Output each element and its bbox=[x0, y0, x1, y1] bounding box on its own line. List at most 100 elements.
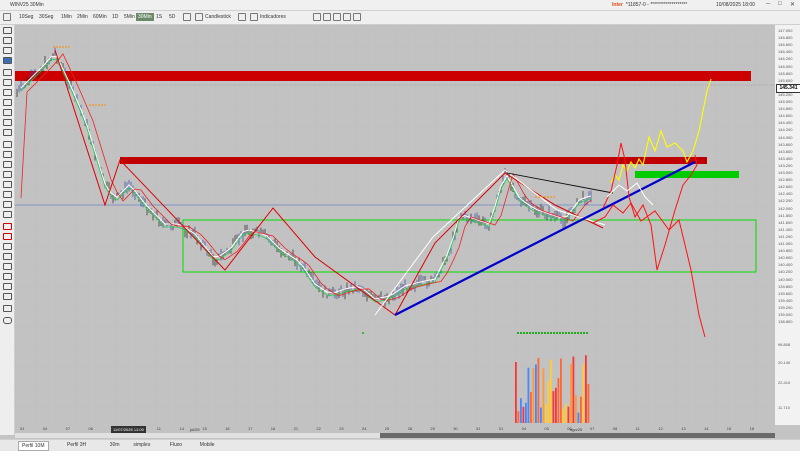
trendline-tool-icon[interactable] bbox=[3, 99, 12, 106]
broker-name: Inter bbox=[612, 2, 623, 8]
price-tick-label: 146.000 bbox=[778, 63, 793, 69]
tool-icon-5[interactable] bbox=[353, 13, 361, 21]
vline-tool-icon[interactable] bbox=[3, 129, 12, 136]
line-tool-icon[interactable] bbox=[3, 89, 12, 96]
pencil-tool-icon[interactable] bbox=[3, 191, 12, 198]
symbol-icon[interactable] bbox=[3, 13, 11, 21]
time-tick-label: 08 bbox=[612, 426, 618, 431]
time-tick-label: 08 bbox=[88, 426, 93, 431]
draw-icon[interactable] bbox=[238, 13, 246, 21]
target-zone-green[interactable] bbox=[635, 171, 739, 178]
scrollbar-thumb[interactable] bbox=[380, 433, 775, 438]
hline-tool-icon[interactable] bbox=[3, 119, 12, 126]
price-tick-label: 140.400 bbox=[778, 262, 793, 268]
tf-5d[interactable]: 5D bbox=[167, 13, 177, 21]
tf-settings-icon[interactable] bbox=[183, 13, 191, 21]
volume-bar bbox=[565, 403, 567, 423]
chart-canvas[interactable] bbox=[15, 25, 775, 425]
lock-tool-icon[interactable] bbox=[3, 263, 12, 270]
time-tick-label: 13 bbox=[681, 426, 686, 431]
resistance-zone-mid[interactable] bbox=[120, 157, 707, 164]
rect-tool-icon[interactable] bbox=[3, 161, 12, 168]
magnet-tool-icon[interactable] bbox=[3, 57, 12, 64]
current-price-tag: 145.341 bbox=[776, 84, 800, 93]
price-tick-label: 139.600 bbox=[778, 290, 793, 296]
crosshair-tool-icon[interactable] bbox=[3, 37, 12, 44]
month-label-jul: jul/25 bbox=[190, 427, 200, 432]
measure-tool-icon[interactable] bbox=[3, 243, 12, 250]
flag-tool-icon[interactable] bbox=[3, 233, 12, 240]
bottom-tab-2[interactable]: 30m bbox=[107, 441, 123, 449]
bottom-tab-5[interactable]: Mobile bbox=[197, 441, 218, 449]
candlestick-button[interactable]: Candlestick bbox=[205, 13, 231, 21]
text-tool-icon[interactable] bbox=[3, 211, 12, 218]
layers-tool-icon[interactable] bbox=[3, 305, 12, 312]
channel-tool-icon[interactable] bbox=[3, 109, 12, 116]
indicators-button[interactable]: Indicadores bbox=[260, 13, 286, 21]
volume-bar bbox=[532, 368, 535, 423]
price-tick-label: 144.600 bbox=[778, 113, 793, 119]
tool-icon-4[interactable] bbox=[343, 13, 351, 21]
eraser-tool-icon[interactable] bbox=[3, 69, 12, 76]
minimize-button[interactable]: ─ bbox=[766, 1, 770, 7]
volume-tick-label: 20.140 bbox=[778, 360, 791, 365]
maximize-button[interactable]: □ bbox=[778, 1, 782, 7]
time-tick-label: 09 bbox=[111, 426, 116, 431]
resistance-zone-top[interactable] bbox=[15, 71, 751, 81]
tool-icon-2[interactable] bbox=[323, 13, 331, 21]
tf-5min[interactable]: 5Min bbox=[122, 13, 137, 21]
close-button[interactable]: ✕ bbox=[790, 1, 795, 8]
triangle-tool-icon[interactable] bbox=[3, 181, 12, 188]
list-tool-icon[interactable] bbox=[3, 293, 12, 300]
price-tick-label: 141.000 bbox=[778, 241, 793, 246]
trash-tool-icon[interactable] bbox=[3, 283, 12, 290]
account-mask: *11857-0 - ******************* bbox=[625, 2, 688, 8]
fibo-tool-icon[interactable] bbox=[3, 141, 12, 148]
volume-bar bbox=[535, 364, 537, 423]
arrow-tool-icon[interactable] bbox=[3, 201, 12, 208]
volume-bar bbox=[542, 368, 545, 423]
cursor-tool-icon[interactable] bbox=[3, 27, 12, 34]
volume-bar bbox=[530, 391, 532, 423]
gear-icon[interactable] bbox=[3, 317, 12, 324]
tf-2min[interactable]: 2Min bbox=[75, 13, 90, 21]
drawing-toolbar bbox=[0, 25, 15, 435]
price-tick-label: 143.000 bbox=[778, 170, 793, 175]
time-axis[interactable]: 11/07/2025 13:00 01 04 07 08 09 10 11 14 15 16 17 1… bbox=[15, 425, 775, 433]
bottom-tab-3[interactable]: simples bbox=[130, 441, 153, 449]
tool-icon-3[interactable] bbox=[333, 13, 341, 21]
price-tick-label: 144.800 bbox=[778, 106, 793, 112]
brush-tool-icon[interactable] bbox=[3, 253, 12, 260]
bottom-tab-4[interactable]: Fluxo bbox=[167, 441, 185, 449]
tf-60min[interactable]: 60Min bbox=[91, 13, 109, 21]
price-chart[interactable] bbox=[15, 25, 775, 425]
indicator-icon[interactable] bbox=[250, 13, 258, 21]
tf-30seg[interactable]: 30Seg bbox=[37, 13, 55, 21]
candle-icon[interactable] bbox=[195, 13, 203, 21]
time-crosshair-label: 11/07/2025 13:00 bbox=[111, 426, 146, 433]
bottom-tab-bar: Perfil 10M Perfil 3H 30m simples Fluxo Mobile bbox=[0, 439, 800, 451]
marker-tool-icon[interactable] bbox=[3, 223, 12, 230]
time-tick-label: 28 bbox=[407, 426, 413, 431]
ruler-tool-icon[interactable] bbox=[3, 79, 12, 86]
volume-tick-label: 22.410 bbox=[778, 380, 791, 385]
tf-1s[interactable]: 1S bbox=[154, 13, 164, 21]
tf-30min-active[interactable]: 30Min bbox=[136, 13, 154, 21]
time-tick-label: 29 bbox=[430, 426, 435, 431]
time-tick-label: 15 bbox=[202, 426, 207, 431]
tf-10seg[interactable]: 10Seg bbox=[17, 13, 35, 21]
price-tick-label: 139.000 bbox=[778, 312, 793, 317]
bottom-tab-1[interactable]: Perfil 3H bbox=[64, 441, 89, 449]
eye-tool-icon[interactable] bbox=[3, 273, 12, 280]
tf-1min[interactable]: 1Min bbox=[59, 13, 74, 21]
price-tick-label: 143.400 bbox=[778, 155, 793, 161]
zoom-tool-icon[interactable] bbox=[3, 47, 12, 54]
tool-icon-1[interactable] bbox=[313, 13, 321, 21]
tf-1d[interactable]: 1D bbox=[110, 13, 120, 21]
window-title: WINV25 30Min bbox=[10, 2, 44, 8]
ellipse-tool-icon[interactable] bbox=[3, 171, 12, 178]
chart-scrollbar[interactable]: jul/25 ago/25 bbox=[15, 427, 775, 438]
fan-tool-icon[interactable] bbox=[3, 151, 12, 158]
volume-bar bbox=[545, 404, 547, 423]
volume-bar bbox=[572, 356, 575, 423]
